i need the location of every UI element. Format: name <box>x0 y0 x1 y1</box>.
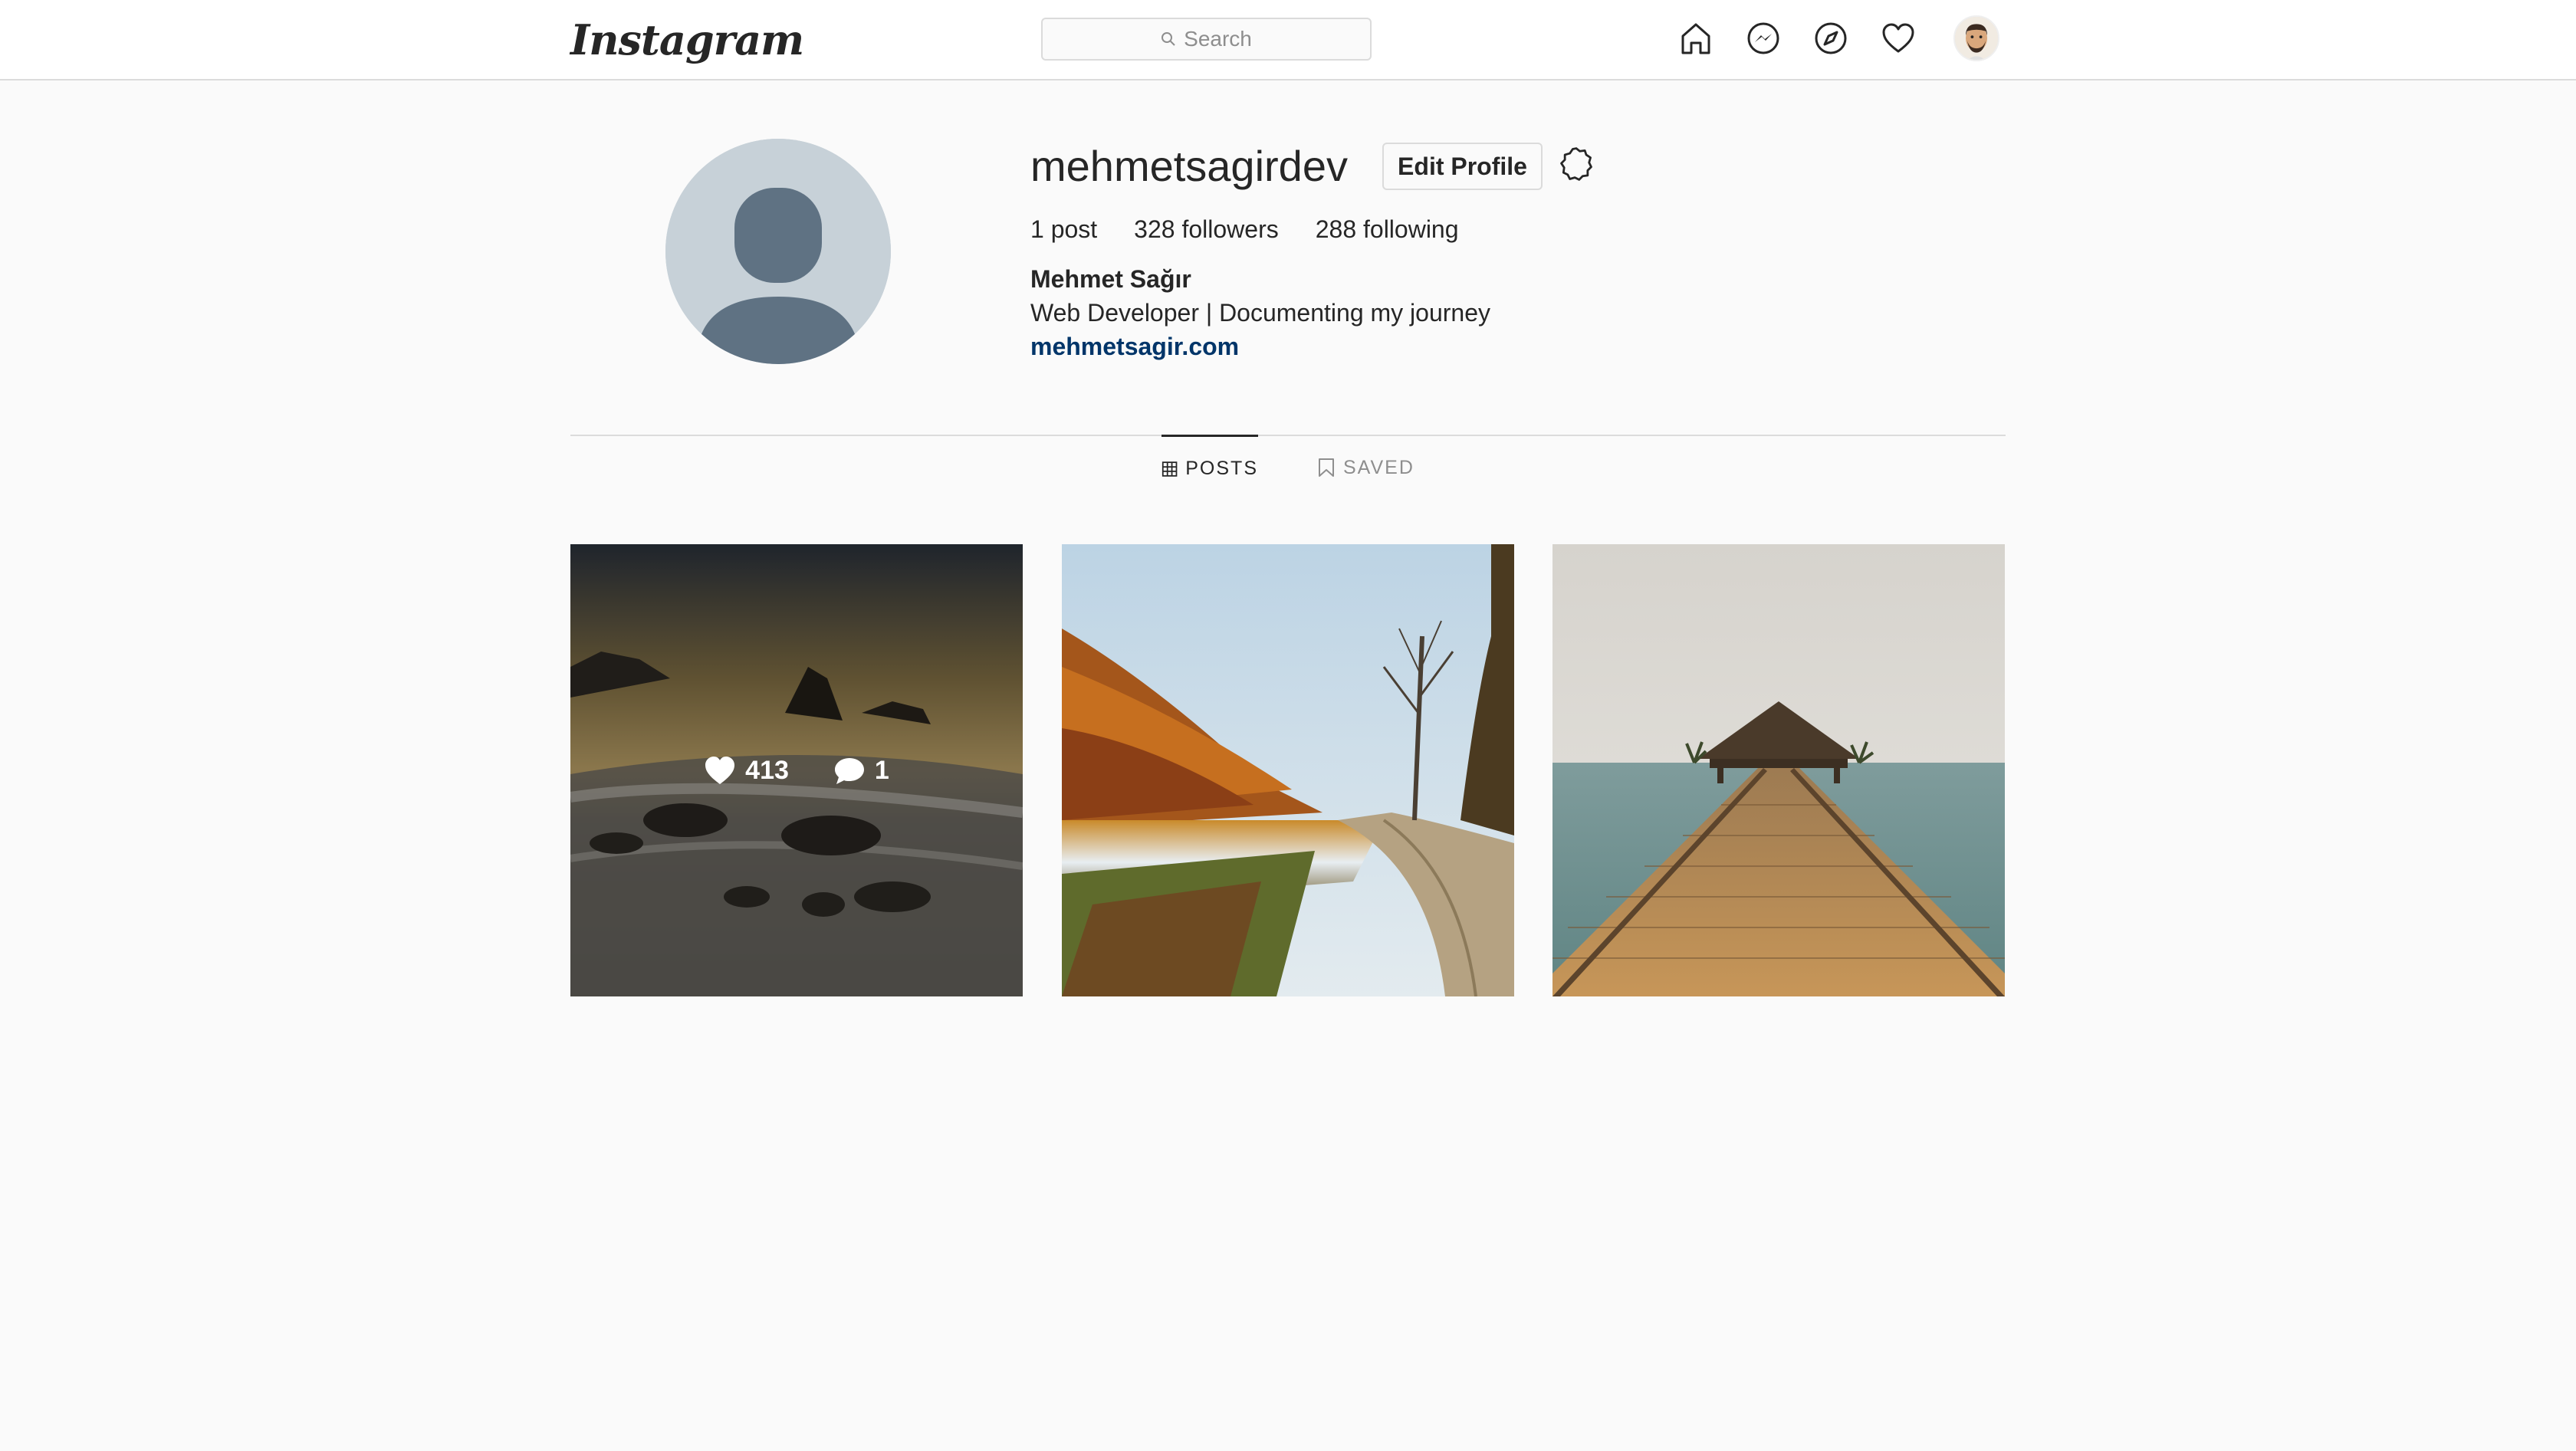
heart-activity-icon[interactable] <box>1878 18 1918 58</box>
profile-website-link[interactable]: mehmetsagir.com <box>1030 330 1239 363</box>
autumn-lake-image <box>1062 544 1514 996</box>
search-icon <box>1162 32 1175 46</box>
profile-full-name: Mehmet Sağır <box>1030 265 1191 293</box>
post-thumbnail-3[interactable] <box>1552 544 2005 996</box>
following-count[interactable]: 288 following <box>1316 212 1459 247</box>
likes-counter: 413 <box>704 755 789 786</box>
profile-bio: Web Developer | Documenting my journey <box>1030 299 1490 327</box>
post-thumbnail-2[interactable] <box>1062 544 1514 996</box>
tab-posts[interactable]: POSTS <box>1162 435 1258 501</box>
comment-bubble-icon <box>834 758 864 784</box>
profile-stats: 1 post 328 followers 288 following <box>1030 212 1459 247</box>
edit-profile-button[interactable]: Edit Profile <box>1382 143 1543 190</box>
profile-avatar-icon[interactable] <box>1953 15 1999 61</box>
messenger-icon[interactable] <box>1743 18 1783 58</box>
grid-icon <box>1162 461 1178 477</box>
posts-count: 1 post <box>1030 215 1098 243</box>
bookmark-icon <box>1319 458 1334 477</box>
comments-counter: 1 <box>833 755 889 786</box>
search-placeholder: Search <box>1184 27 1252 51</box>
tab-saved[interactable]: SAVED <box>1317 435 1417 501</box>
post-thumbnail-1[interactable]: 413 1 <box>570 544 1023 996</box>
heart-filled-icon <box>705 757 735 784</box>
settings-gear-icon[interactable] <box>1555 143 1598 185</box>
tab-posts-label: POSTS <box>1185 458 1258 479</box>
default-avatar-icon <box>665 139 891 364</box>
explore-compass-icon[interactable] <box>1811 18 1851 58</box>
home-icon[interactable] <box>1676 18 1716 58</box>
profile-username: mehmetsagirdev <box>1030 142 1348 190</box>
top-navbar: Instagram Search <box>0 0 2576 80</box>
search-input[interactable]: Search <box>1041 18 1372 61</box>
post-hover-overlay: 413 1 <box>570 544 1023 996</box>
tabs-divider <box>570 435 2006 436</box>
instagram-logo[interactable]: Instagram <box>570 11 804 69</box>
tab-saved-label: SAVED <box>1343 456 1414 478</box>
pier-gazebo-image <box>1552 544 2005 996</box>
followers-count[interactable]: 328 followers <box>1134 212 1279 247</box>
profile-picture[interactable] <box>665 139 891 364</box>
